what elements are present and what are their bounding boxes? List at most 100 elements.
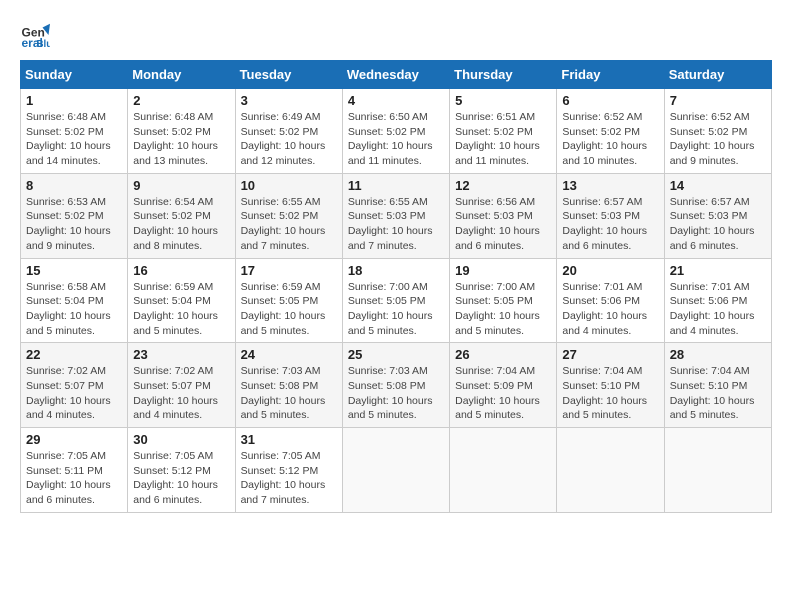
logo-icon: Gen eral Blue bbox=[20, 20, 50, 50]
calendar-cell: 23 Sunrise: 7:02 AM Sunset: 5:07 PM Dayl… bbox=[128, 343, 235, 428]
calendar-cell: 18 Sunrise: 7:00 AM Sunset: 5:05 PM Dayl… bbox=[342, 258, 449, 343]
day-number: 2 bbox=[133, 93, 229, 108]
day-number: 10 bbox=[241, 178, 337, 193]
day-number: 31 bbox=[241, 432, 337, 447]
day-number: 20 bbox=[562, 263, 658, 278]
calendar-cell: 19 Sunrise: 7:00 AM Sunset: 5:05 PM Dayl… bbox=[450, 258, 557, 343]
day-info: Sunrise: 7:01 AM Sunset: 5:06 PM Dayligh… bbox=[562, 280, 658, 339]
calendar-cell: 25 Sunrise: 7:03 AM Sunset: 5:08 PM Dayl… bbox=[342, 343, 449, 428]
day-number: 30 bbox=[133, 432, 229, 447]
calendar-cell: 1 Sunrise: 6:48 AM Sunset: 5:02 PM Dayli… bbox=[21, 89, 128, 174]
day-number: 28 bbox=[670, 347, 766, 362]
day-number: 5 bbox=[455, 93, 551, 108]
day-number: 21 bbox=[670, 263, 766, 278]
calendar-cell: 21 Sunrise: 7:01 AM Sunset: 5:06 PM Dayl… bbox=[664, 258, 771, 343]
calendar-cell: 29 Sunrise: 7:05 AM Sunset: 5:11 PM Dayl… bbox=[21, 428, 128, 513]
calendar-cell: 17 Sunrise: 6:59 AM Sunset: 5:05 PM Dayl… bbox=[235, 258, 342, 343]
day-info: Sunrise: 6:55 AM Sunset: 5:02 PM Dayligh… bbox=[241, 195, 337, 254]
weekday-header-row: SundayMondayTuesdayWednesdayThursdayFrid… bbox=[21, 61, 772, 89]
day-number: 6 bbox=[562, 93, 658, 108]
day-info: Sunrise: 6:58 AM Sunset: 5:04 PM Dayligh… bbox=[26, 280, 122, 339]
weekday-header-sunday: Sunday bbox=[21, 61, 128, 89]
calendar-cell: 13 Sunrise: 6:57 AM Sunset: 5:03 PM Dayl… bbox=[557, 173, 664, 258]
day-info: Sunrise: 7:05 AM Sunset: 5:12 PM Dayligh… bbox=[241, 449, 337, 508]
calendar-cell: 9 Sunrise: 6:54 AM Sunset: 5:02 PM Dayli… bbox=[128, 173, 235, 258]
calendar-cell: 10 Sunrise: 6:55 AM Sunset: 5:02 PM Dayl… bbox=[235, 173, 342, 258]
calendar-cell: 20 Sunrise: 7:01 AM Sunset: 5:06 PM Dayl… bbox=[557, 258, 664, 343]
calendar-cell: 12 Sunrise: 6:56 AM Sunset: 5:03 PM Dayl… bbox=[450, 173, 557, 258]
calendar-cell: 3 Sunrise: 6:49 AM Sunset: 5:02 PM Dayli… bbox=[235, 89, 342, 174]
day-info: Sunrise: 7:03 AM Sunset: 5:08 PM Dayligh… bbox=[348, 364, 444, 423]
weekday-header-friday: Friday bbox=[557, 61, 664, 89]
weekday-header-tuesday: Tuesday bbox=[235, 61, 342, 89]
day-info: Sunrise: 6:50 AM Sunset: 5:02 PM Dayligh… bbox=[348, 110, 444, 169]
calendar-cell: 8 Sunrise: 6:53 AM Sunset: 5:02 PM Dayli… bbox=[21, 173, 128, 258]
day-info: Sunrise: 6:49 AM Sunset: 5:02 PM Dayligh… bbox=[241, 110, 337, 169]
day-info: Sunrise: 6:55 AM Sunset: 5:03 PM Dayligh… bbox=[348, 195, 444, 254]
day-number: 1 bbox=[26, 93, 122, 108]
day-info: Sunrise: 6:54 AM Sunset: 5:02 PM Dayligh… bbox=[133, 195, 229, 254]
day-info: Sunrise: 6:56 AM Sunset: 5:03 PM Dayligh… bbox=[455, 195, 551, 254]
day-info: Sunrise: 6:59 AM Sunset: 5:04 PM Dayligh… bbox=[133, 280, 229, 339]
day-info: Sunrise: 6:48 AM Sunset: 5:02 PM Dayligh… bbox=[133, 110, 229, 169]
calendar-cell: 15 Sunrise: 6:58 AM Sunset: 5:04 PM Dayl… bbox=[21, 258, 128, 343]
day-number: 13 bbox=[562, 178, 658, 193]
day-info: Sunrise: 7:04 AM Sunset: 5:09 PM Dayligh… bbox=[455, 364, 551, 423]
calendar-cell: 30 Sunrise: 7:05 AM Sunset: 5:12 PM Dayl… bbox=[128, 428, 235, 513]
calendar-cell: 27 Sunrise: 7:04 AM Sunset: 5:10 PM Dayl… bbox=[557, 343, 664, 428]
day-number: 4 bbox=[348, 93, 444, 108]
day-number: 24 bbox=[241, 347, 337, 362]
calendar-week-2: 8 Sunrise: 6:53 AM Sunset: 5:02 PM Dayli… bbox=[21, 173, 772, 258]
calendar-table: SundayMondayTuesdayWednesdayThursdayFrid… bbox=[20, 60, 772, 513]
day-number: 22 bbox=[26, 347, 122, 362]
svg-text:Blue: Blue bbox=[37, 39, 51, 50]
weekday-header-monday: Monday bbox=[128, 61, 235, 89]
day-info: Sunrise: 7:04 AM Sunset: 5:10 PM Dayligh… bbox=[562, 364, 658, 423]
calendar-cell: 28 Sunrise: 7:04 AM Sunset: 5:10 PM Dayl… bbox=[664, 343, 771, 428]
day-number: 12 bbox=[455, 178, 551, 193]
calendar-cell bbox=[557, 428, 664, 513]
day-info: Sunrise: 6:52 AM Sunset: 5:02 PM Dayligh… bbox=[562, 110, 658, 169]
day-info: Sunrise: 6:57 AM Sunset: 5:03 PM Dayligh… bbox=[562, 195, 658, 254]
day-info: Sunrise: 6:53 AM Sunset: 5:02 PM Dayligh… bbox=[26, 195, 122, 254]
day-number: 9 bbox=[133, 178, 229, 193]
day-info: Sunrise: 7:05 AM Sunset: 5:11 PM Dayligh… bbox=[26, 449, 122, 508]
day-number: 19 bbox=[455, 263, 551, 278]
day-number: 26 bbox=[455, 347, 551, 362]
calendar-cell: 6 Sunrise: 6:52 AM Sunset: 5:02 PM Dayli… bbox=[557, 89, 664, 174]
calendar-week-5: 29 Sunrise: 7:05 AM Sunset: 5:11 PM Dayl… bbox=[21, 428, 772, 513]
day-info: Sunrise: 6:59 AM Sunset: 5:05 PM Dayligh… bbox=[241, 280, 337, 339]
day-number: 3 bbox=[241, 93, 337, 108]
day-info: Sunrise: 7:03 AM Sunset: 5:08 PM Dayligh… bbox=[241, 364, 337, 423]
day-number: 23 bbox=[133, 347, 229, 362]
calendar-week-3: 15 Sunrise: 6:58 AM Sunset: 5:04 PM Dayl… bbox=[21, 258, 772, 343]
weekday-header-wednesday: Wednesday bbox=[342, 61, 449, 89]
calendar-cell: 4 Sunrise: 6:50 AM Sunset: 5:02 PM Dayli… bbox=[342, 89, 449, 174]
calendar-cell: 11 Sunrise: 6:55 AM Sunset: 5:03 PM Dayl… bbox=[342, 173, 449, 258]
day-info: Sunrise: 7:00 AM Sunset: 5:05 PM Dayligh… bbox=[455, 280, 551, 339]
calendar-cell: 16 Sunrise: 6:59 AM Sunset: 5:04 PM Dayl… bbox=[128, 258, 235, 343]
day-info: Sunrise: 6:52 AM Sunset: 5:02 PM Dayligh… bbox=[670, 110, 766, 169]
day-number: 16 bbox=[133, 263, 229, 278]
page-header: Gen eral Blue bbox=[20, 20, 772, 50]
day-number: 29 bbox=[26, 432, 122, 447]
day-info: Sunrise: 6:48 AM Sunset: 5:02 PM Dayligh… bbox=[26, 110, 122, 169]
calendar-cell: 22 Sunrise: 7:02 AM Sunset: 5:07 PM Dayl… bbox=[21, 343, 128, 428]
day-info: Sunrise: 7:02 AM Sunset: 5:07 PM Dayligh… bbox=[26, 364, 122, 423]
calendar-cell: 7 Sunrise: 6:52 AM Sunset: 5:02 PM Dayli… bbox=[664, 89, 771, 174]
logo: Gen eral Blue bbox=[20, 20, 54, 50]
calendar-cell: 24 Sunrise: 7:03 AM Sunset: 5:08 PM Dayl… bbox=[235, 343, 342, 428]
day-info: Sunrise: 7:02 AM Sunset: 5:07 PM Dayligh… bbox=[133, 364, 229, 423]
calendar-cell: 26 Sunrise: 7:04 AM Sunset: 5:09 PM Dayl… bbox=[450, 343, 557, 428]
day-number: 17 bbox=[241, 263, 337, 278]
day-info: Sunrise: 7:05 AM Sunset: 5:12 PM Dayligh… bbox=[133, 449, 229, 508]
weekday-header-thursday: Thursday bbox=[450, 61, 557, 89]
day-info: Sunrise: 7:01 AM Sunset: 5:06 PM Dayligh… bbox=[670, 280, 766, 339]
calendar-cell: 14 Sunrise: 6:57 AM Sunset: 5:03 PM Dayl… bbox=[664, 173, 771, 258]
day-number: 11 bbox=[348, 178, 444, 193]
calendar-cell bbox=[342, 428, 449, 513]
calendar-cell: 2 Sunrise: 6:48 AM Sunset: 5:02 PM Dayli… bbox=[128, 89, 235, 174]
calendar-cell bbox=[450, 428, 557, 513]
day-number: 27 bbox=[562, 347, 658, 362]
day-info: Sunrise: 7:04 AM Sunset: 5:10 PM Dayligh… bbox=[670, 364, 766, 423]
